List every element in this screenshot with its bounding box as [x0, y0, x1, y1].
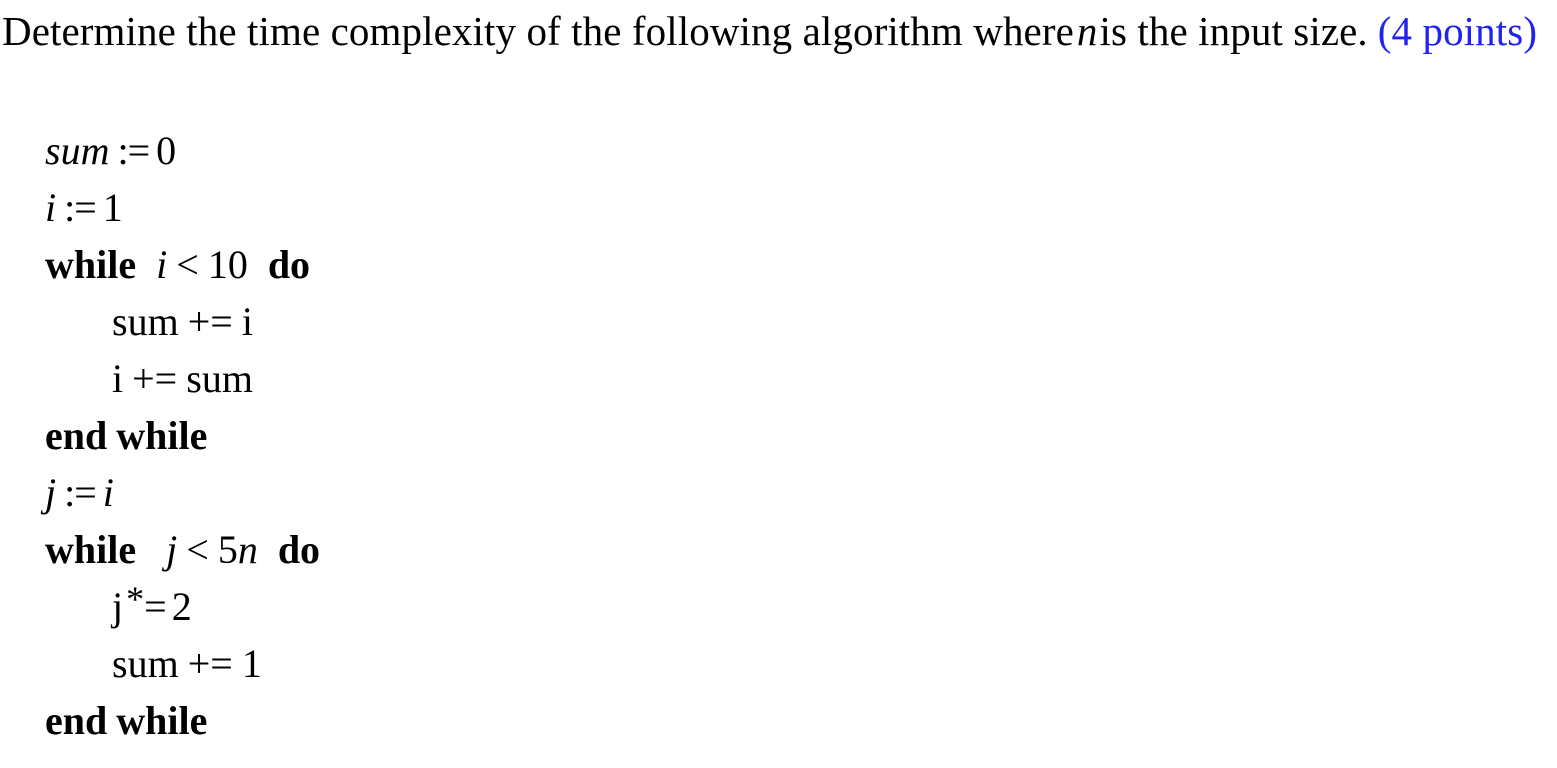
identifier-sum: sum: [186, 356, 253, 401]
question-variable-n: n: [1076, 8, 1098, 54]
algorithm-line-i-plus-sum: i += sum: [0, 350, 1200, 407]
asterisk-glyph: *: [126, 579, 145, 619]
literal-two: 2: [171, 584, 192, 629]
algorithm-line-while-1: while i <10 do: [0, 236, 1200, 293]
keyword-while: while: [116, 413, 208, 458]
relational-operator-lt: <: [176, 242, 199, 287]
condition-variable-j: j: [166, 527, 178, 572]
algorithm-line-end-while-1: end while: [0, 407, 1200, 464]
relational-operator-lt: <: [186, 527, 209, 572]
assign-operator: :=: [64, 470, 97, 515]
question-text-part-1: Determine the time complexity of the fol…: [2, 8, 1074, 54]
algorithm-line-j-init: j:= i: [0, 464, 1200, 521]
keyword-end: end: [45, 413, 108, 458]
literal-one: 1: [102, 185, 123, 230]
algorithm-block: sum:= 0 i:= 1 while i <10 do sum += i i += sum en…: [0, 122, 1200, 749]
identifier-sum: sum: [112, 641, 179, 686]
document-page: Determine the time complexity of the fol…: [0, 0, 1557, 768]
keyword-while: while: [45, 242, 137, 287]
compound-add-operator: +=: [132, 356, 178, 401]
identifier-i: i: [112, 356, 124, 401]
algorithm-line-while-2: while j <5n do: [0, 521, 1200, 578]
identifier-j: j: [45, 470, 57, 515]
assign-operator: :=: [64, 185, 97, 230]
condition-variable-n: n: [237, 527, 258, 572]
algorithm-line-sum-init: sum:= 0: [0, 122, 1200, 179]
assign-operator: :=: [117, 128, 150, 173]
algorithm-line-end-while-2: end while: [0, 692, 1200, 749]
algorithm-line-sum-plus-i: sum += i: [0, 293, 1200, 350]
compound-add-operator: +=: [187, 299, 233, 344]
equals-glyph: =: [144, 584, 167, 629]
question-text-part-2: is the input size.: [1099, 8, 1368, 54]
condition-bound-10: 10: [207, 242, 248, 287]
literal-one: 1: [241, 641, 262, 686]
keyword-do: do: [267, 242, 311, 287]
identifier-j: j: [112, 584, 124, 629]
identifier-i: i: [241, 299, 253, 344]
algorithm-line-i-init: i:= 1: [0, 179, 1200, 236]
condition-coefficient-5: 5: [217, 527, 238, 572]
algorithm-line-sum-plus-1: sum += 1: [0, 635, 1200, 692]
identifier-i: i: [102, 470, 114, 515]
compound-add-operator: +=: [187, 641, 233, 686]
algorithm-line-j-times-2: j*= 2: [0, 578, 1200, 635]
condition-variable-i: i: [156, 242, 168, 287]
keyword-while: while: [45, 527, 137, 572]
question-prompt: Determine the time complexity of the fol…: [2, 2, 1547, 60]
identifier-sum: sum: [112, 299, 179, 344]
literal-zero: 0: [156, 128, 177, 173]
identifier-i: i: [45, 185, 57, 230]
keyword-end: end: [45, 698, 108, 743]
keyword-while: while: [116, 698, 208, 743]
points-label: (4 points): [1377, 8, 1538, 54]
identifier-sum: sum: [45, 128, 110, 173]
keyword-do: do: [277, 527, 321, 572]
